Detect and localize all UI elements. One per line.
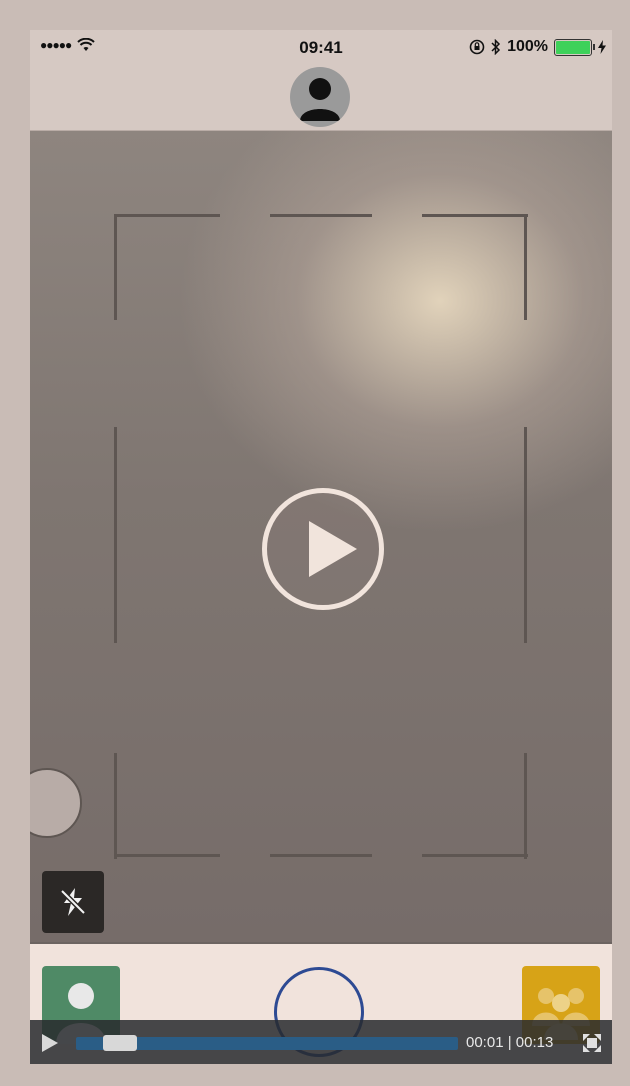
scan-frame-line [114, 427, 117, 643]
scan-frame-line [114, 854, 220, 857]
video-current-time: 00:01 [466, 1034, 504, 1051]
scan-frame-line [270, 214, 372, 217]
bottom-toolbar: 00:01 | 00:13 [30, 942, 612, 1064]
scan-frame-line [524, 427, 527, 643]
video-time: 00:01 | 00:13 [466, 1034, 553, 1051]
status-right: 100% [469, 38, 606, 56]
orientation-lock-icon [469, 39, 485, 55]
scan-frame-line [524, 753, 527, 859]
top-bar [30, 66, 612, 131]
video-time-separator: | [507, 1034, 512, 1051]
fullscreen-icon[interactable] [582, 1033, 602, 1053]
scan-frame-line [114, 214, 220, 217]
scan-frame-line [422, 854, 528, 857]
video-player-controls: 00:01 | 00:13 [30, 1020, 612, 1064]
play-button[interactable] [262, 488, 384, 610]
scan-frame-line [114, 214, 117, 320]
side-drawer-handle[interactable] [30, 768, 82, 838]
status-bar: ●●●●● 09:41 100% [30, 30, 612, 66]
scan-frame-line [524, 214, 527, 320]
flash-toggle-button[interactable] [42, 871, 104, 933]
scan-frame-line [270, 854, 372, 857]
battery-percent: 100% [507, 38, 548, 55]
video-play-icon[interactable] [42, 1034, 58, 1052]
video-duration: 00:13 [515, 1034, 554, 1051]
flash-off-icon [60, 888, 86, 916]
video-progress-thumb[interactable] [102, 1035, 137, 1051]
scan-frame-line [422, 214, 528, 217]
bluetooth-icon [491, 39, 501, 55]
user-avatar-icon[interactable] [290, 67, 350, 127]
charging-bolt-icon [598, 40, 606, 54]
phone-screen: ●●●●● 09:41 100% 00:01 | 00:13 [30, 30, 612, 1064]
battery-icon [554, 38, 595, 56]
scan-frame-line [114, 753, 117, 859]
play-icon [309, 521, 357, 577]
camera-viewfinder[interactable] [30, 131, 612, 942]
